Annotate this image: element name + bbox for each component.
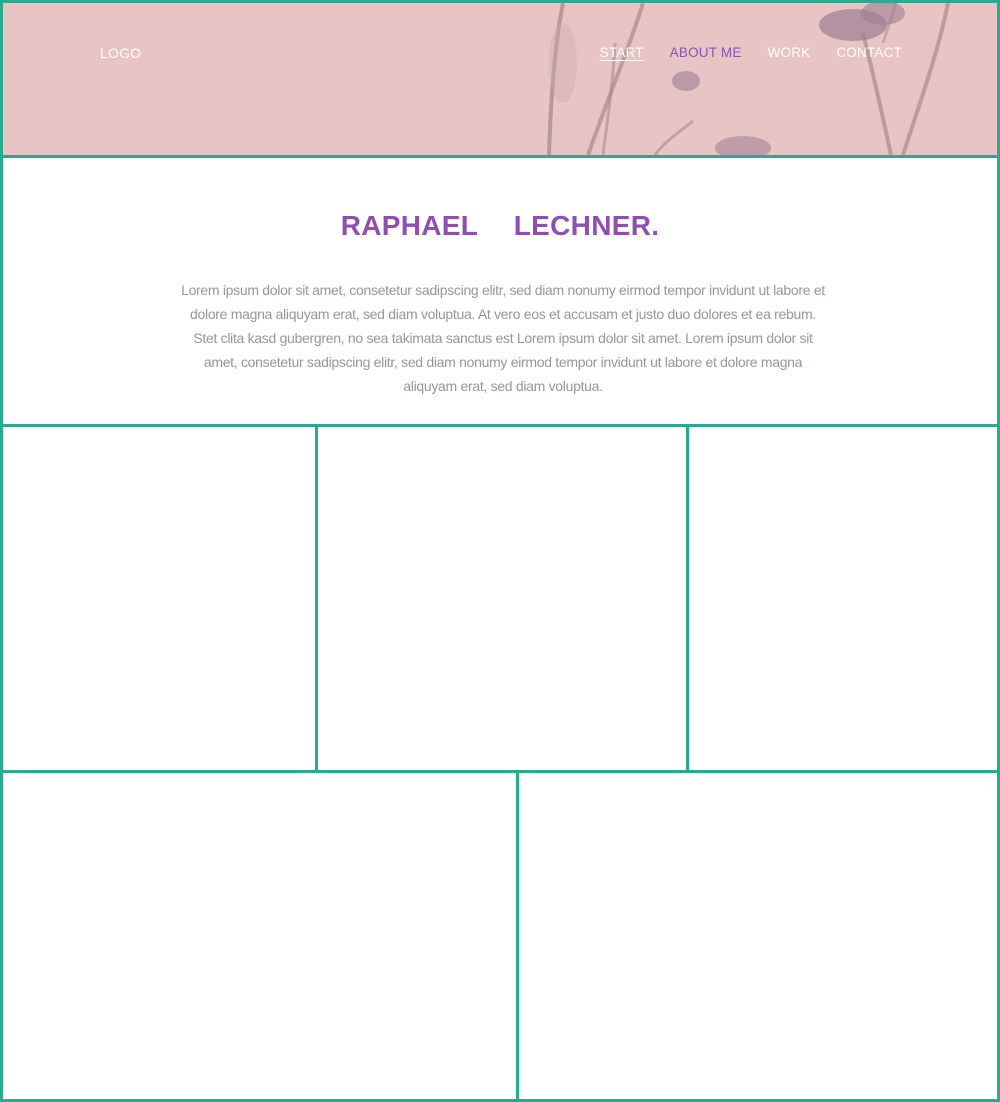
nav-item-start[interactable]: START <box>600 45 644 60</box>
grid-cell-4 <box>0 770 520 1102</box>
main-nav: START ABOUT ME WORK CONTACT <box>600 45 902 60</box>
nav-item-work[interactable]: WORK <box>768 45 811 60</box>
grid-cell-2 <box>315 424 690 774</box>
intro-section: RAPHAEL LECHNER. Lorem ipsum dolor sit a… <box>0 155 1000 427</box>
logo[interactable]: LOGO <box>100 45 141 61</box>
grid-cell-1 <box>0 424 319 774</box>
header-hero: LOGO START ABOUT ME WORK CONTACT <box>0 0 1000 158</box>
intro-paragraph: Lorem ipsum dolor sit amet, consetetur s… <box>181 282 825 394</box>
nav-item-about-me[interactable]: ABOUT ME <box>670 45 742 60</box>
grid-cell-3 <box>686 424 1000 774</box>
dried-flowers-background-image <box>547 3 950 155</box>
grid-cell-5 <box>516 770 1000 1102</box>
page-title: RAPHAEL LECHNER. <box>340 210 660 241</box>
nav-item-contact[interactable]: CONTACT <box>836 45 902 60</box>
